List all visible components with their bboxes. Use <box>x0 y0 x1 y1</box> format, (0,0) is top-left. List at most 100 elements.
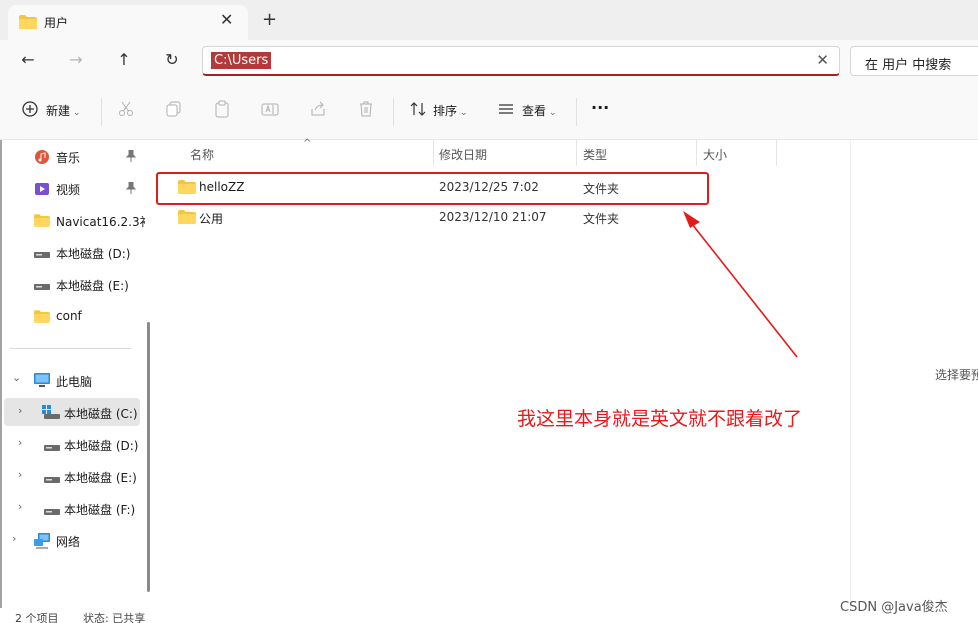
chevron-down-icon: ⌄ <box>73 108 81 118</box>
chevron-right-icon[interactable]: › <box>18 436 22 449</box>
network-icon <box>34 533 52 552</box>
sidebar-item-drive-e[interactable]: 本地磁盘 (E:) <box>30 270 145 298</box>
sidebar-item-label: Navicat16.2.3补 <box>56 215 145 229</box>
column-divider[interactable] <box>576 140 577 166</box>
sidebar-item-this-pc[interactable]: ⌄ 此电脑 <box>4 366 144 394</box>
highlight-box <box>156 172 709 205</box>
navigation-pane: 音乐 视频 Navicat16.2.3补 本地磁盘 (D:) 本地磁盘 (E:) <box>0 140 152 610</box>
share-icon[interactable] <box>308 100 328 120</box>
plus-circle-icon <box>20 100 40 120</box>
cut-icon[interactable] <box>116 100 136 120</box>
search-box[interactable]: 在 用户 中搜索 <box>850 46 978 76</box>
video-icon <box>34 181 50 200</box>
file-name: 公用 <box>199 212 224 226</box>
chevron-down-icon[interactable]: ⌄ <box>12 371 21 384</box>
watermark: CSDN @Java俊杰 <box>840 600 948 615</box>
item-count: 2 个项目 <box>15 612 59 623</box>
column-header-size[interactable]: 大小 <box>703 146 727 163</box>
status-bar: 2 个项目 状态: 已共享 <box>0 608 978 623</box>
sidebar-item-label: 本地磁盘 (D:) <box>64 439 139 453</box>
column-divider[interactable] <box>696 140 697 166</box>
column-divider[interactable] <box>433 140 434 166</box>
file-list: ^ 名称 修改日期 类型 大小 helloZZ 2023/12/25 7:02 … <box>158 138 850 610</box>
drive-icon <box>34 280 50 294</box>
more-options-icon[interactable]: ··· <box>591 98 609 117</box>
new-tab-icon[interactable]: + <box>262 9 277 30</box>
chevron-right-icon[interactable]: › <box>18 404 22 417</box>
sidebar-item-label: 本地磁盘 (E:) <box>64 471 137 485</box>
navigation-row: ← → ↑ ↻ C:\Users ✕ 在 用户 中搜索 <box>0 40 978 84</box>
sidebar-item-label: 音乐 <box>56 151 81 165</box>
copy-icon[interactable] <box>164 100 184 120</box>
music-icon <box>34 149 50 168</box>
sidebar-item-drive-d[interactable]: › 本地磁盘 (D:) <box>4 430 140 458</box>
sidebar-item-label: 本地磁盘 (D:) <box>56 247 131 261</box>
sidebar-item-label: 本地磁盘 (E:) <box>56 279 129 293</box>
sidebar-item-navicat[interactable]: Navicat16.2.3补 <box>30 206 145 234</box>
chevron-down-icon: ⌄ <box>460 108 468 118</box>
pin-icon <box>125 181 137 197</box>
clear-address-icon[interactable]: ✕ <box>816 51 829 69</box>
drive-icon <box>44 473 60 487</box>
share-status: 状态: 已共享 <box>83 612 146 623</box>
column-divider[interactable] <box>776 140 777 166</box>
file-type: 文件夹 <box>583 212 620 226</box>
pin-icon <box>125 149 137 165</box>
up-icon[interactable]: ↑ <box>110 50 138 74</box>
sidebar-item-video[interactable]: 视频 <box>30 174 145 202</box>
drive-icon <box>34 248 50 262</box>
folder-icon <box>34 214 50 230</box>
sidebar-item-drive-f[interactable]: › 本地磁盘 (F:) <box>4 494 140 522</box>
tab-title: 用户 <box>44 16 69 30</box>
divider <box>393 98 394 126</box>
delete-icon[interactable] <box>356 100 376 120</box>
divider <box>101 98 102 126</box>
chevron-right-icon[interactable]: › <box>18 468 22 481</box>
search-input[interactable]: 在 用户 中搜索 <box>865 54 951 73</box>
sidebar-item-label: 本地磁盘 (C:) <box>64 407 138 421</box>
sort-label: 排序 <box>433 104 458 118</box>
tab-users[interactable]: 用户 ✕ <box>8 5 248 40</box>
sort-ascending-icon: ^ <box>303 138 312 149</box>
sidebar-item-network[interactable]: › 网络 <box>4 526 144 554</box>
sort-icon <box>408 100 428 120</box>
drive-icon <box>44 441 60 455</box>
sidebar-scrollbar[interactable] <box>147 322 150 592</box>
sidebar-item-label: 本地磁盘 (F:) <box>64 503 136 517</box>
column-header-modified[interactable]: 修改日期 <box>439 146 487 163</box>
divider <box>576 98 577 126</box>
forward-icon[interactable]: → <box>62 50 90 74</box>
chevron-right-icon[interactable]: › <box>18 500 22 513</box>
divider <box>10 348 131 349</box>
chevron-right-icon[interactable]: › <box>12 532 16 545</box>
chevron-down-icon: ⌄ <box>549 108 557 118</box>
rename-icon[interactable] <box>260 100 280 120</box>
windows-drive-icon <box>42 405 60 422</box>
close-tab-icon[interactable]: ✕ <box>220 10 233 29</box>
computer-icon <box>34 373 50 391</box>
column-header-name[interactable]: 名称 <box>190 146 214 163</box>
folder-icon <box>34 310 50 326</box>
folder-icon <box>19 15 37 32</box>
sidebar-item-drive-d[interactable]: 本地磁盘 (D:) <box>30 238 145 266</box>
sidebar-item-drive-c[interactable]: › 本地磁盘 (C:) <box>4 398 140 426</box>
folder-icon <box>178 210 196 227</box>
preview-pane: 选择要预 <box>850 140 978 610</box>
sidebar-item-label: 此电脑 <box>56 375 93 389</box>
back-icon[interactable]: ← <box>14 50 42 74</box>
address-input[interactable]: C:\Users <box>211 52 272 69</box>
sidebar-item-label: conf <box>56 309 82 323</box>
sidebar-item-music[interactable]: 音乐 <box>30 142 145 170</box>
sidebar-item-label: 视频 <box>56 183 81 197</box>
refresh-icon[interactable]: ↻ <box>158 50 186 74</box>
sidebar-item-conf[interactable]: conf <box>30 302 145 330</box>
column-header-type[interactable]: 类型 <box>583 146 607 163</box>
sidebar-item-label: 网络 <box>56 535 81 549</box>
table-row[interactable]: 公用 2023/12/10 21:07 文件夹 <box>158 203 706 231</box>
address-bar[interactable]: C:\Users ✕ <box>202 46 840 76</box>
new-label: 新建 <box>46 104 71 118</box>
sidebar-item-drive-e[interactable]: › 本地磁盘 (E:) <box>4 462 140 490</box>
paste-icon[interactable] <box>212 100 232 120</box>
command-bar: 新建 ⌄ 排序 ⌄ 查看 ⌄ ··· <box>0 84 978 140</box>
view-icon <box>496 100 516 120</box>
